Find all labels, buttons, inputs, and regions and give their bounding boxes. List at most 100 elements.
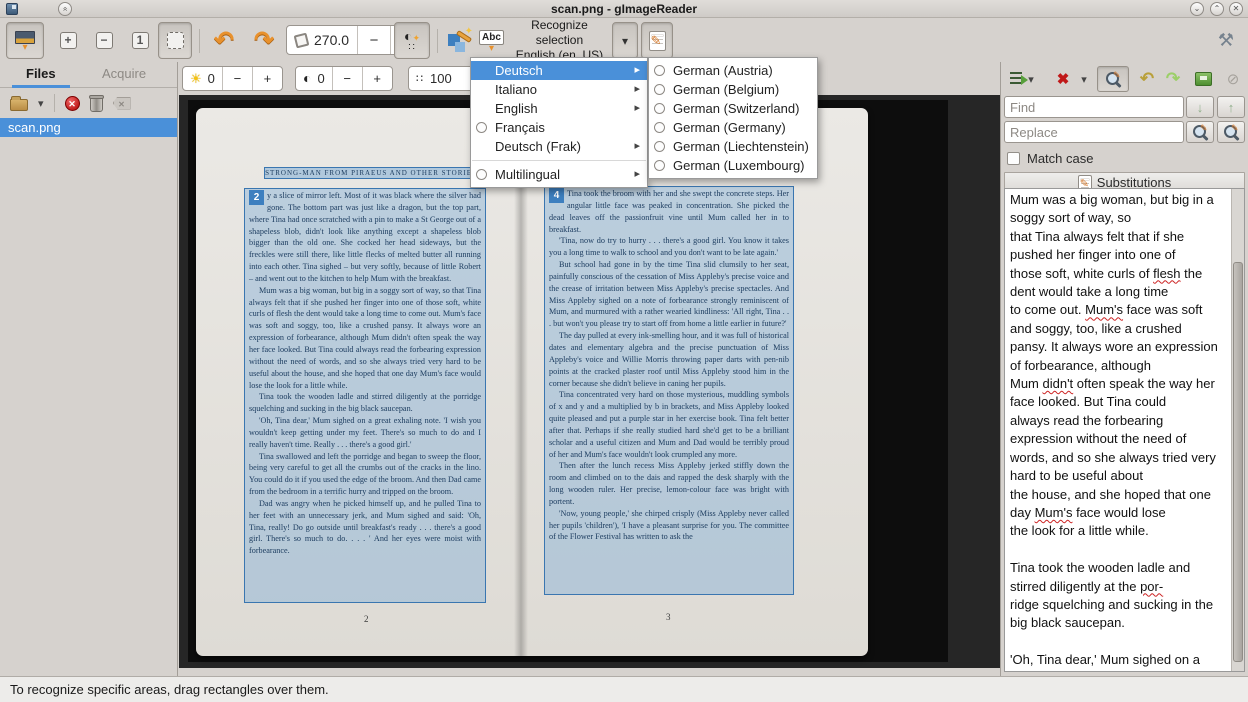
zoom-fit-button[interactable] xyxy=(158,22,192,59)
book-paragraph: The day pulled at every ink-smelling hou… xyxy=(549,330,789,389)
match-case-checkbox[interactable] xyxy=(1007,152,1020,165)
zoom-in-icon: + xyxy=(60,32,77,49)
chevron-down-icon: ▾ xyxy=(489,45,494,52)
match-case-label: Match case xyxy=(1027,151,1093,166)
remove-file-button[interactable]: ✕ xyxy=(65,96,80,111)
menu-item-italiano[interactable]: Italiano ▸ xyxy=(471,80,647,99)
clear-output-button[interactable]: ⊘ xyxy=(1221,66,1245,92)
delete-file-button[interactable] xyxy=(90,97,103,112)
zoom-original-button[interactable]: 1 xyxy=(124,22,156,59)
contrast-increase-button[interactable]: + xyxy=(362,67,392,90)
image-controls-toggle[interactable]: ◐✦ ∷ xyxy=(394,22,430,59)
contrast-decrease-button[interactable]: − xyxy=(332,67,362,90)
output-pane-toggle[interactable]: ✎ xyxy=(641,22,673,59)
zoom-fit-icon xyxy=(167,32,184,49)
submenu-arrow-icon: ▸ xyxy=(634,165,640,184)
rotation-decrease-button[interactable]: − xyxy=(357,26,390,54)
brightness-control: ☀ 0 − + xyxy=(182,66,283,91)
insert-mode-button[interactable]: ▾ xyxy=(1009,66,1035,92)
page-gutter xyxy=(514,108,528,656)
resolution-field[interactable]: ∷ 100 xyxy=(409,67,459,90)
find-replace-toggle[interactable]: ✎ xyxy=(1097,66,1129,92)
save-output-button[interactable] xyxy=(1191,66,1215,92)
ocr-selection-region-4[interactable]: 4 Tina took the broom with her and she s… xyxy=(544,186,794,595)
brightness-decrease-button[interactable]: − xyxy=(222,67,252,90)
ocr-mode-button[interactable]: ✦ xyxy=(442,22,476,59)
window-title: scan.png - gImageReader xyxy=(0,0,1248,18)
ocr-output-text[interactable]: Mum was a big woman, but big in a soggy … xyxy=(1010,191,1227,671)
scrollbar-thumb[interactable] xyxy=(1233,262,1243,662)
submenu-item-german-luxembourg[interactable]: German (Luxembourg) xyxy=(649,156,817,175)
minimize-button[interactable]: ⌄ xyxy=(1190,2,1204,16)
submenu-arrow-icon: ▸ xyxy=(634,61,640,80)
page-number-right: 3 xyxy=(666,612,671,622)
chevron-down-icon: ▾ xyxy=(1028,73,1034,86)
contrast-icon: ◐ xyxy=(303,72,311,85)
toolbar-separator xyxy=(199,29,200,53)
undo-icon: ↶ xyxy=(1140,69,1154,89)
settings-button[interactable]: ⚒ xyxy=(1210,22,1242,59)
contrast-field[interactable]: ◐ 0 xyxy=(296,67,332,90)
open-dropdown-button[interactable]: ▾ xyxy=(38,97,44,110)
recognize-button[interactable]: Abc ▾ Recognize selection English (en_US… xyxy=(478,22,610,59)
language-menu: Deutsch ▸ Italiano ▸ English ▸ Français … xyxy=(470,57,648,188)
brightness-increase-button[interactable]: + xyxy=(252,67,282,90)
files-toolbar: ▾ ✕ ✕ xyxy=(0,88,177,118)
toolbar-separator xyxy=(437,29,438,53)
submenu-item-german-austria[interactable]: German (Austria) xyxy=(649,61,817,80)
separator xyxy=(54,94,55,112)
brightness-field[interactable]: ☀ 0 xyxy=(183,67,222,90)
menu-item-francais[interactable]: Français xyxy=(471,118,647,137)
submenu-item-german-germany[interactable]: German (Germany) xyxy=(649,118,817,137)
tab-files[interactable]: Files xyxy=(12,62,70,88)
match-case-row: Match case xyxy=(1007,148,1245,168)
strip-crlf-dropdown-button[interactable]: ▾ xyxy=(1077,66,1091,92)
shade-window-button[interactable]: « xyxy=(58,2,72,16)
file-list-item[interactable]: scan.png xyxy=(0,118,177,137)
tab-acquire[interactable]: Acquire xyxy=(88,62,160,88)
rotate-left-button[interactable]: ↶ xyxy=(206,22,242,59)
running-header-selection[interactable]: STRONG-MAN FROM PIRAEUS AND OTHER STORIE… xyxy=(264,167,478,179)
menu-item-deutsch-frak[interactable]: Deutsch (Frak) ▸ xyxy=(471,137,647,156)
maximize-button[interactable]: ⌃ xyxy=(1210,2,1224,16)
resolution-icon: ∷ xyxy=(416,75,424,83)
rotation-value-field[interactable]: 270.0 xyxy=(287,26,357,54)
menu-item-deutsch[interactable]: Deutsch ▸ xyxy=(471,61,647,80)
output-panel: ▾ ✖ ▾ ✎ ↶ ↷ ⊘ ↓ ↑ xyxy=(1000,62,1248,676)
replace-button[interactable]: ✎ xyxy=(1186,121,1214,143)
chevron-down-icon: ▾ xyxy=(22,44,27,51)
status-bar: To recognize specific areas, drag rectan… xyxy=(0,676,1248,702)
find-next-button[interactable]: ↓ xyxy=(1186,96,1214,118)
selection-tag: 4 xyxy=(549,188,564,203)
replace-input[interactable] xyxy=(1004,121,1184,143)
submenu-item-german-switzerland[interactable]: German (Switzerland) xyxy=(649,99,817,118)
contrast-control: ◐ 0 − + xyxy=(295,66,393,91)
output-scrollbar[interactable] xyxy=(1231,189,1244,671)
undo-button[interactable]: ↶ xyxy=(1135,66,1159,92)
dropdown-arrow-icon: ▾ xyxy=(1081,73,1087,86)
zoom-out-button[interactable]: − xyxy=(88,22,120,59)
open-folder-icon[interactable] xyxy=(10,99,28,111)
rotate-right-button[interactable]: ↷ xyxy=(246,22,282,59)
page-number-left: 2 xyxy=(364,614,369,624)
submenu-item-german-liechtenstein[interactable]: German (Liechtenstein) xyxy=(649,137,817,156)
recognize-language-dropdown-button[interactable]: ▾ xyxy=(612,22,638,59)
book-paragraph: Tina took the broom with her and she swe… xyxy=(549,188,789,235)
menu-separator xyxy=(472,160,646,161)
clear-files-button[interactable]: ✕ xyxy=(113,97,131,110)
strip-crlf-button[interactable]: ✖ xyxy=(1053,66,1073,92)
menu-item-english[interactable]: English ▸ xyxy=(471,99,647,118)
find-prev-button[interactable]: ↑ xyxy=(1217,96,1245,118)
ocr-output-area[interactable]: Mum was a big woman, but big in a soggy … xyxy=(1004,188,1245,672)
close-button[interactable]: ✕ xyxy=(1229,2,1243,16)
submenu-item-german-belgium[interactable]: German (Belgium) xyxy=(649,80,817,99)
sources-panel: Files Acquire ▾ ✕ ✕ scan.png xyxy=(0,62,178,676)
find-input[interactable] xyxy=(1004,96,1184,118)
zoom-in-button[interactable]: + xyxy=(52,22,84,59)
show-controls-toggle[interactable]: ▾ xyxy=(6,22,44,59)
menu-item-multilingual[interactable]: Multilingual ▸ xyxy=(471,165,647,184)
submenu-arrow-icon: ▸ xyxy=(634,99,640,118)
ocr-selection-region-2[interactable]: 2 y a slice of mirror left. Most of it w… xyxy=(244,188,486,603)
replace-all-button[interactable]: ✎ xyxy=(1217,121,1245,143)
redo-button[interactable]: ↷ xyxy=(1161,66,1185,92)
